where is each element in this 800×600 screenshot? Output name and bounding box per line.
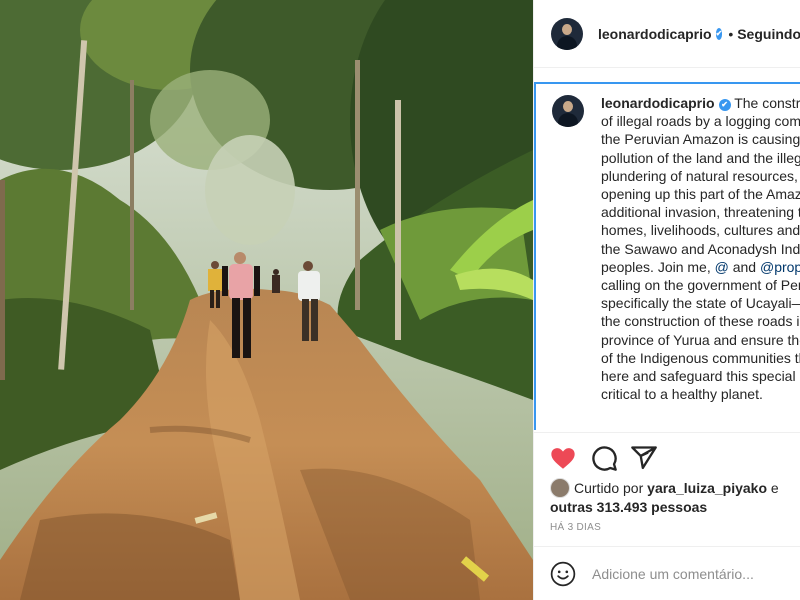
liker-avatar[interactable] [550, 478, 570, 498]
post-actions-bar [534, 432, 800, 482]
caption-mention-1[interactable]: @ [715, 259, 729, 275]
liker-username[interactable]: yara_luiza_piyako [647, 480, 767, 496]
likes-count-link[interactable]: outras 313.493 pessoas [550, 499, 707, 515]
comment-icon[interactable] [590, 444, 618, 472]
likes-middle: e [767, 480, 779, 496]
following-button[interactable]: Seguindo [737, 26, 800, 42]
post-header: leonardodicaprio ✔ • Seguindo [534, 0, 800, 68]
post-timestamp[interactable]: HÁ 3 DIAS [550, 522, 601, 533]
caption-username[interactable]: leonardodicaprio [601, 95, 715, 111]
likes-summary: Curtido por yara_luiza_piyako e outras 3… [550, 478, 795, 516]
comment-input[interactable] [592, 565, 800, 582]
caption-text-3: in calling on the government of Peru—spe… [601, 277, 800, 403]
forest-road-image [0, 0, 533, 600]
author-avatar[interactable] [551, 17, 583, 50]
emoji-icon[interactable] [550, 561, 576, 587]
share-icon[interactable] [630, 444, 658, 472]
likes-prefix: Curtido por [574, 480, 648, 496]
post-photo[interactable] [0, 0, 533, 600]
follow-separator: • [728, 25, 734, 42]
caption-section: leonardodicaprio✔ The construction of il… [534, 82, 800, 430]
verified-badge-icon: ✔ [715, 27, 723, 40]
comment-form [534, 546, 800, 600]
post-side-panel: leonardodicaprio ✔ • Seguindo leonardodi… [533, 0, 800, 600]
author-username[interactable]: leonardodicaprio [598, 26, 712, 42]
caption-text-1: The construction of illegal roads by a l… [601, 95, 800, 275]
caption-verified-badge-icon: ✔ [718, 99, 731, 111]
heart-icon[interactable] [549, 444, 577, 472]
post-caption: leonardodicaprio✔ The construction of il… [601, 94, 800, 403]
caption-mention-propurus[interactable]: @propurus [760, 259, 800, 275]
caption-author-avatar[interactable] [552, 95, 584, 127]
caption-text-2: and [728, 258, 760, 275]
